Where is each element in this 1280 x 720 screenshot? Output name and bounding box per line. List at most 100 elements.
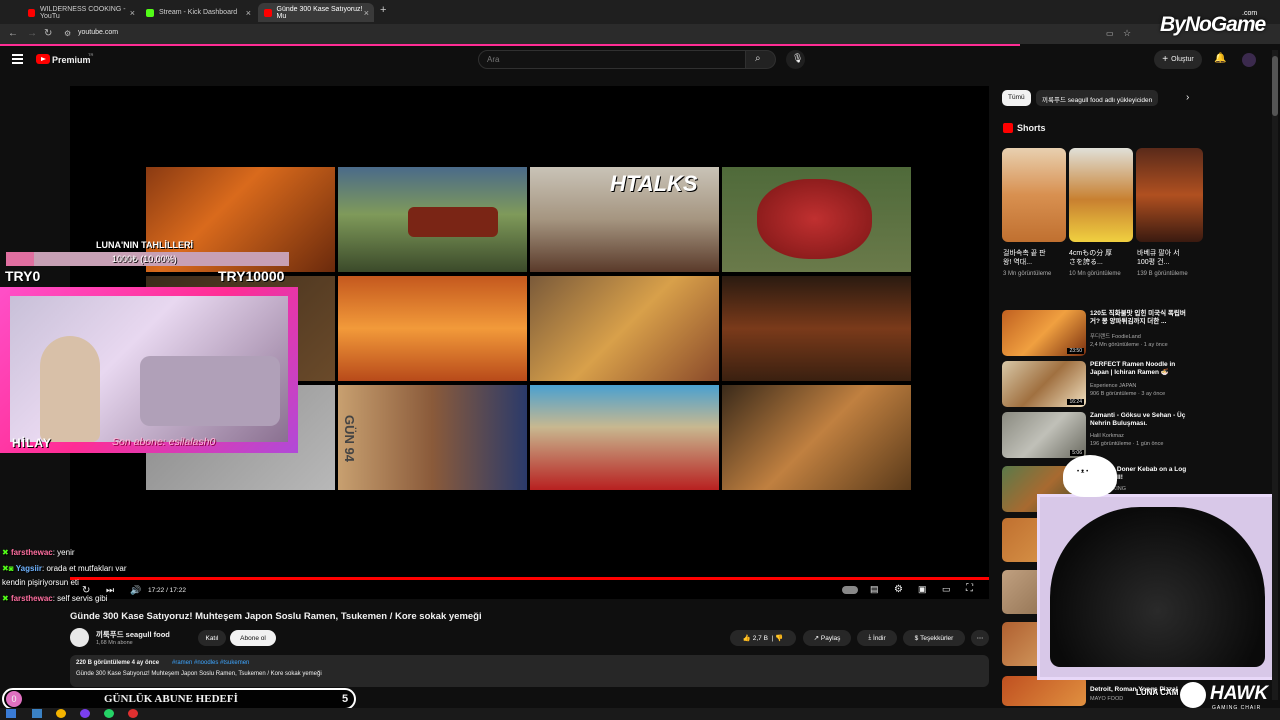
tab-current-video[interactable]: Günde 300 Kase Satıyoruz! Mu × (258, 3, 374, 22)
thumb-gun94-text: GÜN 94 (342, 415, 357, 462)
chip-from-uploader[interactable]: 끼룩푸드 seagull food adlı yükleyiciden (1036, 90, 1159, 106)
voice-search-button[interactable]: 🎙 (786, 50, 805, 69)
search-icon: ⌕ (755, 53, 761, 64)
chat-text: : yenir (52, 548, 75, 557)
short-thumb[interactable] (1069, 148, 1133, 242)
notifications-bell-icon[interactable]: 🔔 (1214, 53, 1226, 64)
join-button[interactable]: Katıl (198, 630, 226, 646)
rec-thumb[interactable]: 23:50 (1002, 310, 1086, 356)
reload-icon[interactable]: ↻ (44, 28, 52, 39)
webcam-feed (10, 296, 288, 442)
close-tab-icon[interactable]: × (246, 8, 251, 18)
goal-min: TRY0 (5, 268, 41, 284)
download-button[interactable]: ⤓ İndir (857, 630, 897, 646)
new-tab-icon[interactable]: + (380, 4, 386, 16)
autoplay-toggle[interactable] (842, 586, 858, 594)
site-info-icon[interactable]: ⚙ (64, 29, 71, 38)
install-icon[interactable]: ▭ (1106, 29, 1114, 38)
taskbar (0, 708, 1280, 720)
dislike-icon[interactable]: 👎 (775, 634, 783, 642)
thanks-button[interactable]: $ Teşekkürler (903, 630, 965, 646)
youtube-logo-icon[interactable] (36, 54, 50, 64)
subscribe-button[interactable]: Abone ol (230, 630, 276, 646)
forward-icon[interactable]: → (27, 28, 37, 39)
share-button[interactable]: ↗ Paylaş (803, 630, 851, 646)
download-icon: ⤓ (868, 634, 872, 641)
explorer-icon[interactable] (32, 709, 42, 718)
search-button[interactable]: ⌕ (746, 50, 776, 69)
page-scrollbar[interactable] (1272, 50, 1278, 700)
tab-kick-dashboard[interactable]: Stream - Kick Dashboard × (140, 3, 256, 22)
search-placeholder: Ara (487, 55, 500, 64)
rec-title[interactable]: 120도 직화불맛 입힌 미국식 폭립버거? 몽 양파튀김까지 더한 ... (1090, 310, 1190, 326)
url-field[interactable]: youtube.com (78, 29, 118, 36)
chat-badge-icon: ✖◙ (2, 564, 14, 573)
microphone-icon: 🎙 (792, 53, 804, 63)
goal-progress-bar: 1000₺ (10.00%) (6, 252, 289, 266)
goal-max: TRY10000 (218, 268, 285, 284)
rec-title[interactable]: PERFECT Ramen Noodle in Japan | Ichiran … (1090, 361, 1190, 377)
close-tab-icon[interactable]: × (130, 8, 135, 18)
miniplayer-icon[interactable]: ▣ (918, 584, 927, 595)
short-title[interactable]: 걸바속촉 끝 판왕! 역대... (1003, 249, 1053, 267)
rec-channel[interactable]: Experience JAPAN (1090, 383, 1136, 390)
fullscreen-icon[interactable]: ⛶ (966, 583, 973, 594)
rec-title[interactable]: Zamanti - Göksu ve Sehan - Üç Nehrin Bul… (1090, 412, 1190, 428)
hashtags[interactable]: #ramen #noodles #tsukemen (172, 660, 249, 666)
rec-meta: 906 B görüntüleme · 3 ay önce (1090, 391, 1166, 397)
chat-badge-icon: ✖ (2, 548, 9, 557)
close-tab-icon[interactable]: × (364, 8, 369, 18)
rec-thumb[interactable]: 5:06 (1002, 412, 1086, 458)
tab-wilderness[interactable]: WILDERNESS COOKING - YouTu × (22, 3, 140, 22)
menu-icon[interactable] (12, 54, 23, 64)
more-icon: ⋯ (976, 635, 984, 642)
rec-thumb[interactable] (1002, 676, 1086, 706)
video-title: Günde 300 Kase Satıyoruz! Muhteşem Japon… (70, 611, 482, 622)
views-and-date: 220 B görüntüleme 4 ay önce (76, 660, 160, 666)
create-button[interactable]: + Oluştur (1154, 50, 1202, 69)
country-code: TR (88, 52, 94, 57)
rec-channel[interactable]: Halil Korkmaz (1090, 433, 1124, 440)
obs-icon[interactable] (128, 709, 138, 718)
share-label: Paylaş (820, 634, 841, 642)
rec-thumb[interactable]: 16:24 (1002, 361, 1086, 407)
chip-all[interactable]: Tümü (1002, 90, 1031, 106)
back-icon[interactable]: ← (8, 28, 18, 39)
chat-user: farsthewac (10, 548, 53, 557)
youtube-header: Premium TR Ara ⌕ 🎙 + Oluştur 🔔 (0, 46, 1280, 76)
app-icon[interactable] (80, 709, 90, 718)
shorts-icon (1003, 123, 1013, 133)
channel-name[interactable]: 끼룩푸드 seagull food (96, 629, 170, 640)
like-dislike-group: 👍 2,7 B | 👎 (730, 630, 796, 646)
video-progress-track[interactable] (70, 577, 989, 580)
premium-logo-text[interactable]: Premium (52, 55, 91, 65)
avatar[interactable] (1242, 53, 1256, 67)
windows-start-icon[interactable] (6, 709, 16, 718)
rec-channel[interactable]: 푸디랜드 FoodieLand (1090, 334, 1141, 341)
chat-message: ✖◙ Yagsiir: orada et mutfakları var (2, 564, 127, 573)
search-input[interactable]: Ara (478, 50, 746, 69)
whatsapp-icon[interactable] (104, 709, 114, 718)
short-title[interactable]: 4cmもの分 厚さを誇る... (1069, 249, 1119, 267)
description-box[interactable]: 220 B görüntüleme 4 ay önce #ramen #nood… (70, 655, 989, 687)
rec-channel[interactable]: MAYO FOOD (1090, 696, 1123, 703)
theater-mode-icon[interactable]: ▭ (942, 584, 951, 595)
settings-gear-icon[interactable]: ⚙ (894, 584, 903, 595)
more-actions-button[interactable]: ⋯ (971, 630, 989, 646)
channel-avatar[interactable] (70, 628, 89, 647)
hawk-logo-icon (1180, 682, 1206, 708)
chevron-right-icon[interactable]: › (1186, 92, 1189, 103)
share-icon: ↗ (813, 635, 820, 642)
chat-message: ✖ farsthewac: yenir (2, 548, 75, 557)
download-label: İndir (873, 634, 886, 642)
chrome-icon[interactable] (56, 709, 66, 718)
short-thumb[interactable] (1136, 148, 1203, 242)
collage-image-steak (722, 167, 911, 272)
short-thumb[interactable] (1002, 148, 1066, 242)
bookmark-star-icon[interactable]: ☆ (1123, 28, 1131, 39)
short-title[interactable]: 바베큐 팔아 서 100평 건... (1137, 249, 1187, 267)
subtitles-icon[interactable]: ▤ (870, 584, 879, 595)
webcam-frame: HİLAY Son abone: esilalash0 (0, 287, 298, 453)
like-icon[interactable]: 👍 (743, 634, 751, 642)
volume-icon[interactable]: 🔊 (130, 585, 141, 596)
